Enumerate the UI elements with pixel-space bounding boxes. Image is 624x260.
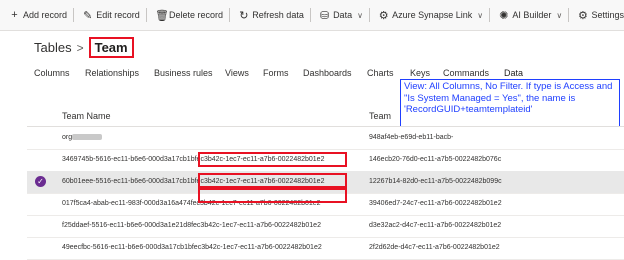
team-cell: d3e32ac2-d4c7-ec11-a7b6-0022482b01e2 [369, 222, 501, 229]
checkmark-icon[interactable]: ✓ [35, 176, 46, 187]
tab-keys[interactable]: Keys [410, 68, 430, 78]
tab-views[interactable]: Views [225, 68, 249, 78]
tab-columns[interactable]: Columns [34, 68, 70, 78]
tab-commands[interactable]: Commands [443, 68, 489, 78]
database-icon: ⛁ [319, 9, 330, 22]
tab-relationships[interactable]: Relationships [85, 68, 139, 78]
team-cell: 12267b14-82d0-ec11-a7b5-0022482b099c [369, 178, 502, 185]
redacted-block [72, 134, 102, 140]
column-header-team-name[interactable]: Team Name [62, 111, 111, 121]
column-header-team[interactable]: Team [369, 111, 391, 121]
team-cell: 948af4eb-e69d-eb11-bacb- [369, 134, 453, 141]
table-row[interactable]: org 948af4eb-e69d-eb11-bacb- [27, 127, 624, 150]
tab-charts[interactable]: Charts [367, 68, 394, 78]
team-name-cell: f25ddaef-5516-ec11-b6e6-000d3a1e21d8fec3… [62, 222, 321, 229]
team-cell: 39406ed7-24c7-ec11-a7b6-0022482b01e2 [369, 200, 502, 207]
gear-icon: ⚙ [577, 9, 588, 22]
azure-synapse-link-button[interactable]: ⚙ Azure Synapse Link ∨ [378, 9, 483, 22]
team-name-prefix: 017f5ca4-abab-ec11-983f-000d3a16a474 [62, 200, 191, 207]
highlight-box [198, 188, 347, 203]
highlight-box [198, 173, 347, 188]
refresh-icon: ↻ [238, 9, 249, 22]
delete-record-label: Delete record [169, 10, 223, 20]
edit-icon: ✎ [82, 9, 93, 22]
trash-icon: 🗑 [155, 9, 166, 22]
chevron-down-icon: ∨ [477, 11, 483, 20]
breadcrumb-current: Team [89, 37, 134, 58]
tab-forms[interactable]: Forms [263, 68, 289, 78]
add-record-button[interactable]: + Add record [9, 9, 67, 21]
ai-builder-icon: ✺ [498, 9, 509, 22]
add-record-label: Add record [23, 10, 67, 20]
synapse-icon: ⚙ [378, 9, 389, 22]
chevron-down-icon: ∨ [357, 11, 363, 20]
chevron-down-icon: ∨ [556, 11, 562, 20]
data-menu-label: Data [333, 10, 352, 20]
data-menu-button[interactable]: ⛁ Data ∨ [319, 9, 363, 22]
plus-icon: + [9, 9, 20, 21]
team-name-prefix: 60b01eee-5516-ec11-b6e6-000d3a17cb1b [62, 178, 195, 185]
ai-builder-button[interactable]: ✺ AI Builder ∨ [498, 9, 562, 22]
tab-dashboards[interactable]: Dashboards [303, 68, 352, 78]
team-name-cell: org [62, 134, 102, 141]
tab-business-rules[interactable]: Business rules [154, 68, 213, 78]
refresh-data-label: Refresh data [252, 10, 304, 20]
team-name-text: org [62, 134, 72, 141]
tab-data[interactable]: Data [504, 68, 523, 78]
team-cell: 2f2d62de-d4c7-ec11-a7b6-0022482b01e2 [369, 244, 500, 251]
settings-label: Settings [591, 10, 624, 20]
settings-button[interactable]: ⚙ Settings [577, 9, 624, 22]
team-name-cell: 49eecfbc-5616-ec11-b6e6-000d3a17cb1bfec3… [62, 244, 322, 251]
breadcrumb: Tables > Team [34, 37, 134, 58]
breadcrumb-tables-link[interactable]: Tables [34, 40, 72, 55]
team-name-prefix: 3469745b-5616-ec11-b6e6-000d3a17cb1b [62, 156, 195, 163]
edit-record-button[interactable]: ✎ Edit record [82, 9, 140, 22]
table-row[interactable]: 49eecfbc-5616-ec11-b6e6-000d3a17cb1bfec3… [27, 237, 624, 260]
table-row[interactable]: f25ddaef-5516-ec11-b6e6-000d3a1e21d8fec3… [27, 215, 624, 238]
delete-record-button[interactable]: 🗑 Delete record [155, 9, 223, 22]
highlight-box [198, 152, 347, 167]
chevron-right-icon: > [77, 41, 84, 55]
refresh-data-button[interactable]: ↻ Refresh data [238, 9, 304, 22]
ai-builder-label: AI Builder [512, 10, 551, 20]
edit-record-label: Edit record [96, 10, 140, 20]
team-cell: 146ecb20-76d0-ec11-a7b5-0022482b076c [369, 156, 501, 163]
command-bar: + Add record ✎ Edit record 🗑 Delete reco… [0, 0, 624, 31]
azure-synapse-link-label: Azure Synapse Link [392, 10, 472, 20]
annotation-callout: View: All Columns, No Filter. If type is… [400, 79, 620, 127]
